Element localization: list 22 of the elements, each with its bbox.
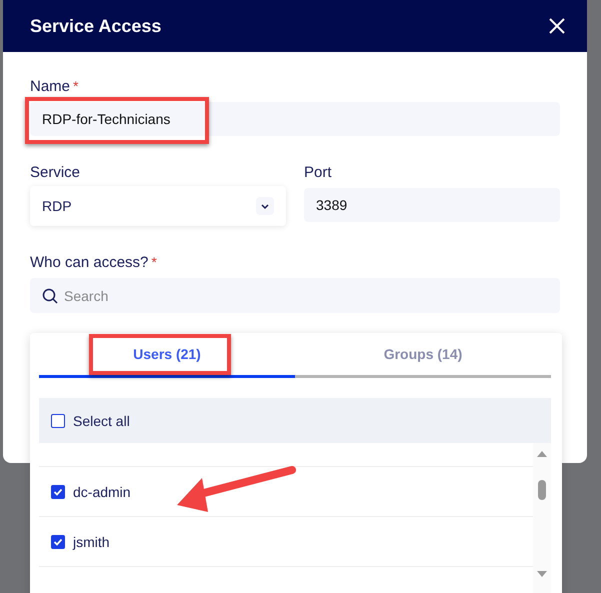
checkbox[interactable] [51,414,65,428]
required-mark: * [151,254,157,272]
field-label: Name [30,78,70,96]
service-dropdown[interactable]: RDP [30,186,286,226]
checkbox[interactable] [51,484,65,498]
tab[interactable]: Users (21) [39,333,295,378]
search-field[interactable]: Search [30,278,560,313]
required-mark: * [73,78,78,96]
search-icon [42,288,58,304]
field-label: Service [30,164,80,182]
dialog-title: Service Access [30,16,162,36]
port-field[interactable]: 3389 [304,188,560,222]
chevron-icon [256,197,274,215]
select-all-row[interactable]: Select all [39,398,551,443]
option-label: Select all [73,412,130,428]
field-label: Who can access? [30,254,148,272]
name-field[interactable]: RDP-for-Technicians [30,102,560,136]
close-icon[interactable] [549,18,565,34]
field-label: Port [304,164,332,182]
checkbox[interactable] [51,534,65,548]
list-item[interactable]: jsmith [39,517,533,567]
scrollbar[interactable] [533,443,551,593]
